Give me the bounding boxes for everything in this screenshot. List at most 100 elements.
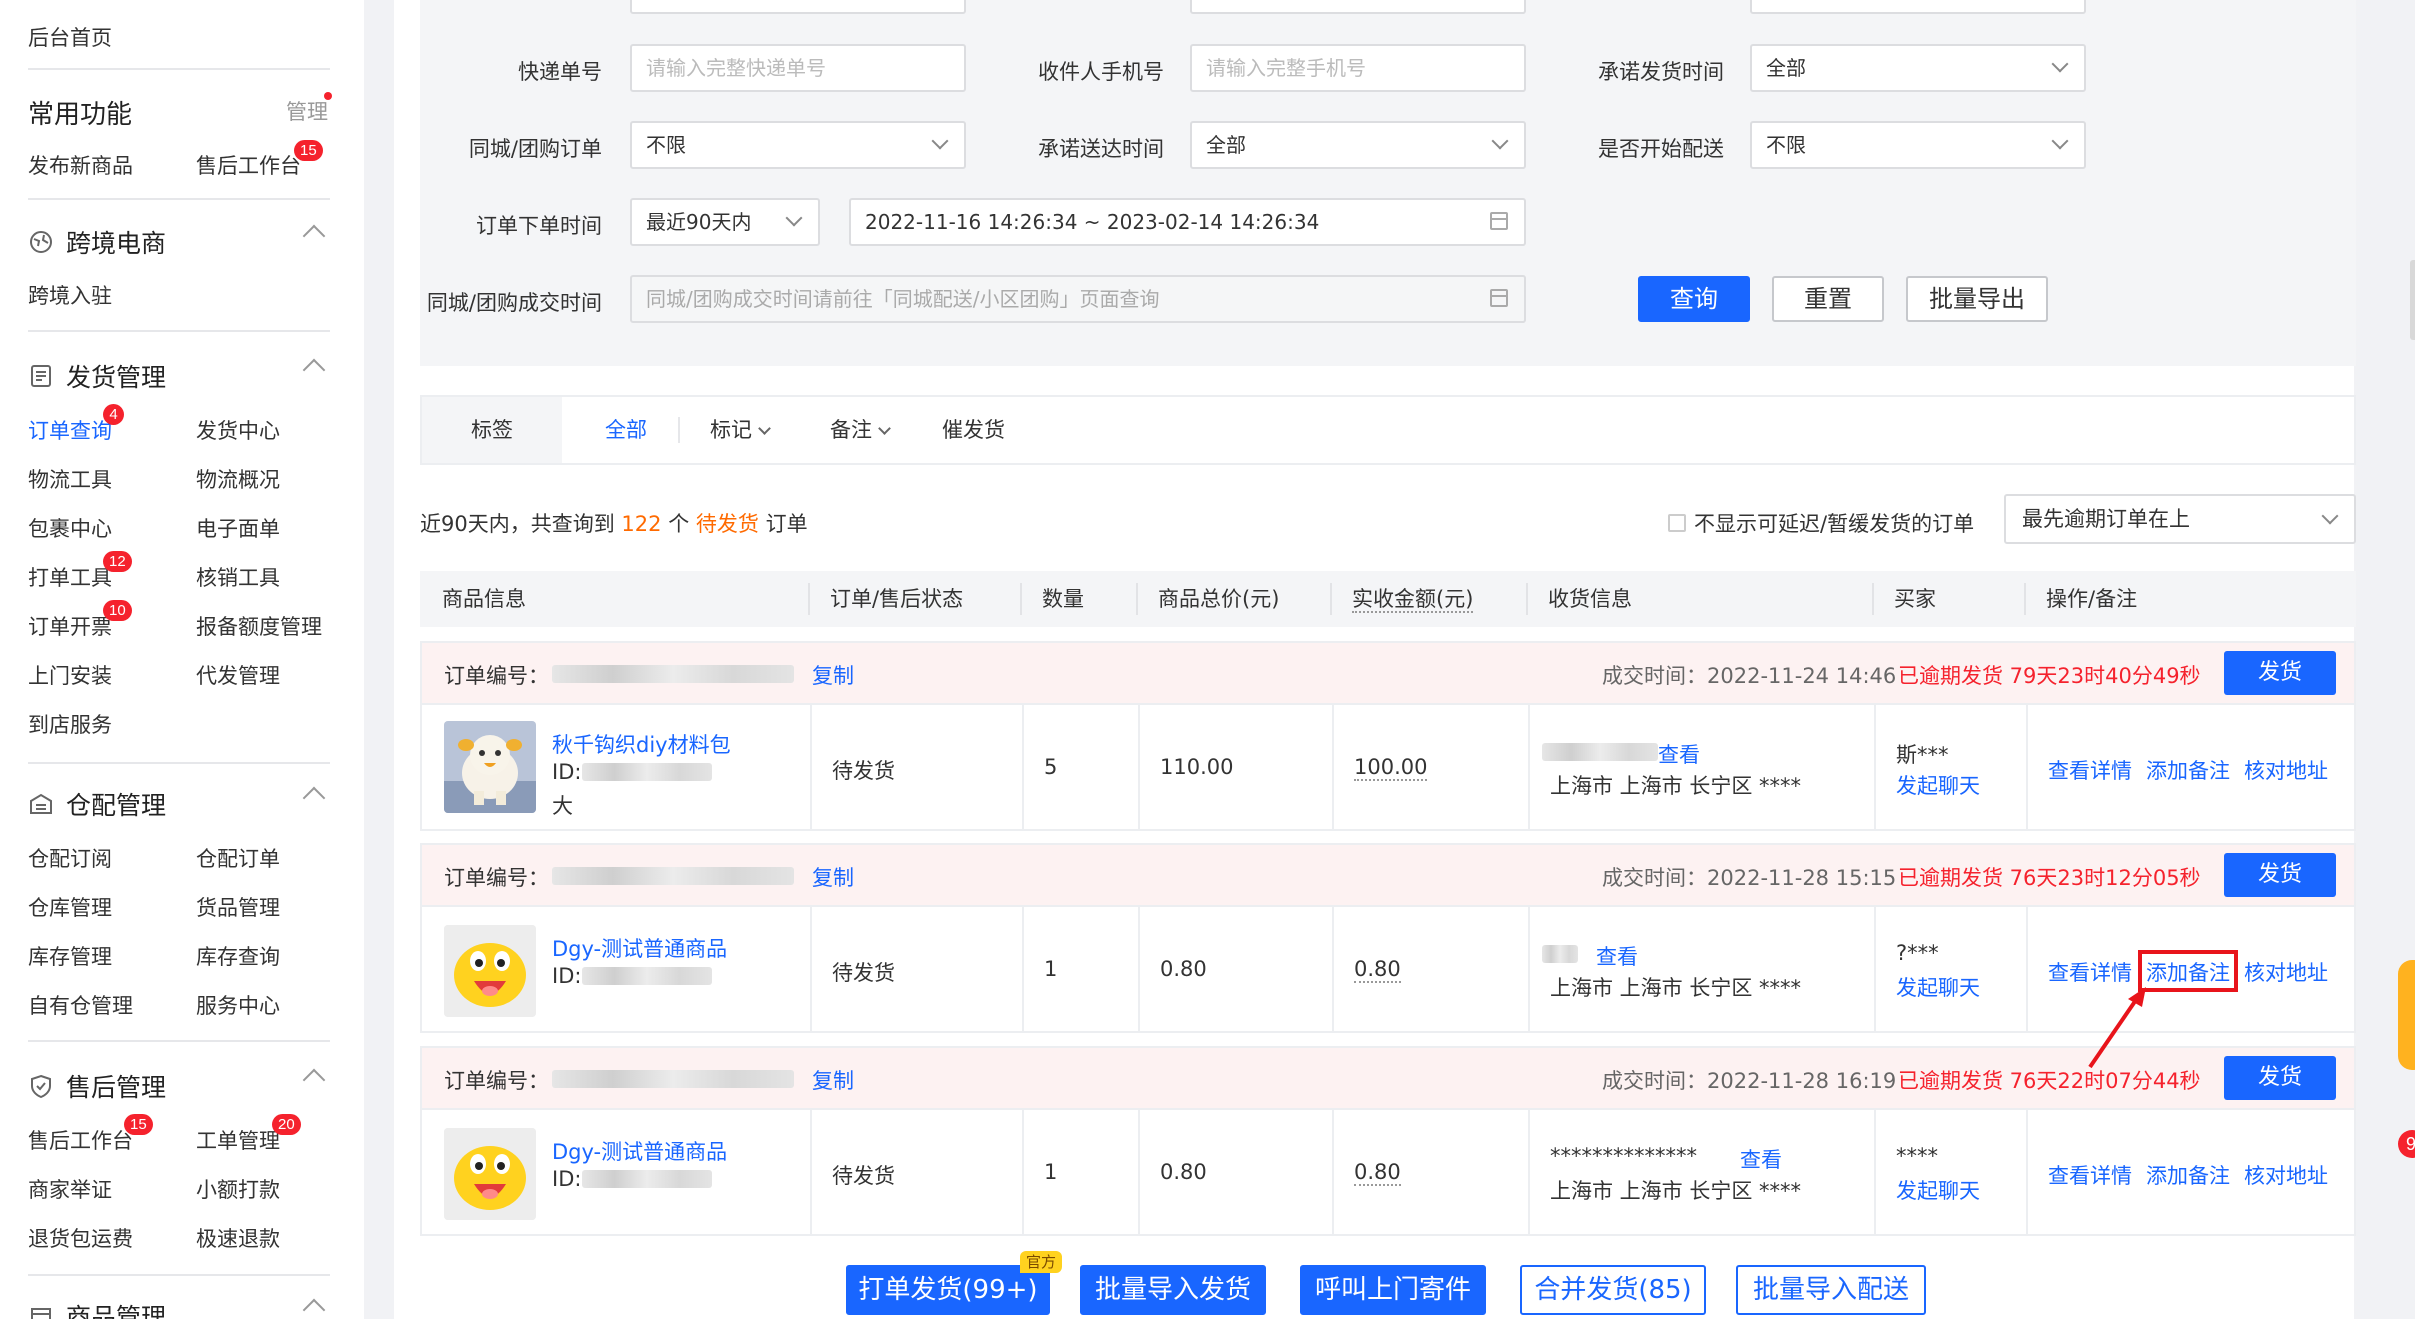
receiver-phone-input[interactable]: 请输入完整手机号 [1190,44,1526,92]
product-thumbnail[interactable] [444,721,536,813]
sidebar-item-cross-border-entry[interactable]: 跨境入驻 [28,280,112,310]
sidebar-item-fast-refund[interactable]: 极速退款 [196,1223,280,1253]
batch-export-button[interactable]: 批量导出 [1906,276,2048,322]
hidden-top-input[interactable] [630,0,966,14]
sidebar-item-inventory-management[interactable]: 库存管理 [28,941,112,971]
copy-link[interactable]: 复制 [812,660,854,690]
view-details-link[interactable]: 查看详情 [2048,957,2132,987]
collapse-chevron-icon[interactable] [302,786,326,810]
sidebar-item-inventory-query[interactable]: 库存查询 [196,941,280,971]
sidebar-home-link[interactable]: 后台首页 [28,22,112,52]
section-warehouse-management[interactable]: 仓配管理 [28,786,166,822]
batch-import-ship-button[interactable]: 批量导入发货 [1080,1265,1266,1315]
express-no-input[interactable]: 请输入完整快递单号 [630,44,966,92]
checkbox-box[interactable] [1668,514,1686,532]
product-thumbnail[interactable] [444,1128,536,1220]
view-details-link[interactable]: 查看详情 [2048,755,2132,785]
start-chat-link[interactable]: 发起聊天 [1896,1175,1980,1205]
tab-mark[interactable]: 标记 [710,397,771,463]
paid-amount[interactable]: 0.80 [1354,1160,1401,1186]
tab-remark[interactable]: 备注 [830,397,891,463]
manage-link[interactable]: 管理 [286,96,328,126]
sidebar-item-warehouse-subscription[interactable]: 仓配订阅 [28,843,112,873]
sort-order-select[interactable]: 最先逾期订单在上 [2004,494,2356,544]
add-remark-link[interactable]: 添加备注 [2146,755,2230,785]
ship-button[interactable]: 发货 [2224,651,2336,695]
sidebar-item-order-invoice[interactable]: 订单开票 [28,611,112,641]
sidebar-item-package-center[interactable]: 包裹中心 [28,513,112,543]
section-shipping-management[interactable]: 发货管理 [28,358,166,394]
section-product-management[interactable]: 商品管理 [28,1298,166,1319]
floating-assistant-icon[interactable] [2398,960,2415,1070]
hide-delay-checkbox[interactable]: 不显示可延迟/暂缓发货的订单 [1668,508,1974,538]
section-after-sales-management[interactable]: 售后管理 [28,1068,166,1104]
sidebar-item-home-installation[interactable]: 上门安装 [28,660,112,690]
sidebar-item-publish-product[interactable]: 发布新商品 [28,150,133,180]
sidebar-item-quota-management[interactable]: 报备额度管理 [196,611,322,641]
merge-ship-button[interactable]: 合并发货(85) [1520,1265,1706,1315]
verify-address-link[interactable]: 核对地址 [2244,1160,2328,1190]
view-receiver-link[interactable]: 查看 [1596,941,1638,971]
sidebar-item-e-waybill[interactable]: 电子面单 [196,513,280,543]
sidebar-item-merchant-evidence[interactable]: 商家举证 [28,1174,112,1204]
sidebar-item-logistics-overview[interactable]: 物流概况 [196,464,280,494]
order-time-preset-select[interactable]: 最近90天内 [630,198,820,246]
cell-divider [1022,705,1024,831]
sidebar-item-in-store-service[interactable]: 到店服务 [28,709,112,739]
call-pickup-button[interactable]: 呼叫上门寄件 [1300,1265,1486,1315]
sidebar-item-dropship-management[interactable]: 代发管理 [196,660,280,690]
collapse-chevron-icon[interactable] [302,1068,326,1092]
copy-link[interactable]: 复制 [812,1065,854,1095]
promise-ship-time-select[interactable]: 全部 [1750,44,2086,92]
verify-address-link[interactable]: 核对地址 [2244,755,2328,785]
sidebar-item-shipping-center[interactable]: 发货中心 [196,415,280,445]
collapse-chevron-icon[interactable] [302,1298,326,1319]
sidebar-item-warehouse-manage[interactable]: 仓库管理 [28,892,112,922]
hidden-top-input[interactable] [1750,0,2086,14]
view-receiver-link[interactable]: 查看 [1658,739,1700,769]
product-name-link[interactable]: Dgy-测试普通商品 [552,1136,727,1166]
collapse-chevron-icon[interactable] [302,358,326,382]
sidebar-item-after-sales-workbench[interactable]: 售后工作台 [196,150,301,180]
sidebar-item-print-tools[interactable]: 打单工具 [28,562,112,592]
started-delivery-select[interactable]: 不限 [1750,121,2086,169]
product-name-link[interactable]: 秋千钩织diy材料包 [552,729,731,759]
group-order-select[interactable]: 不限 [630,121,966,169]
section-cross-border[interactable]: 跨境电商 [28,224,166,260]
tab-all[interactable]: 全部 [605,397,647,463]
sidebar-item-order-query[interactable]: 订单查询 [28,415,112,445]
copy-link[interactable]: 复制 [812,862,854,892]
sidebar-item-after-sales-workbench-2[interactable]: 售后工作台 [28,1125,133,1155]
query-button[interactable]: 查询 [1638,276,1750,322]
product-thumbnail[interactable] [444,925,536,1017]
ship-button[interactable]: 发货 [2224,1056,2336,1100]
sidebar-item-warehouse-orders[interactable]: 仓配订单 [196,843,280,873]
started-delivery-label: 是否开始配送 [1598,137,1724,161]
verify-address-link[interactable]: 核对地址 [2244,957,2328,987]
start-chat-link[interactable]: 发起聊天 [1896,770,1980,800]
sidebar-item-service-center[interactable]: 服务中心 [196,990,280,1020]
paid-amount[interactable]: 0.80 [1354,957,1401,983]
sidebar-item-goods-management[interactable]: 货品管理 [196,892,280,922]
right-edge-handle[interactable] [2410,260,2415,340]
tab-urge-shipment[interactable]: 催发货 [942,397,1005,463]
sidebar-item-small-payment[interactable]: 小额打款 [196,1174,280,1204]
sidebar-item-return-shipping[interactable]: 退货包运费 [28,1223,133,1253]
reset-button[interactable]: 重置 [1772,276,1884,322]
add-remark-link[interactable]: 添加备注 [2146,1160,2230,1190]
start-chat-link[interactable]: 发起聊天 [1896,972,1980,1002]
order-time-range-picker[interactable]: 2022-11-16 14:26:34 ~ 2023-02-14 14:26:3… [849,198,1526,246]
hidden-top-input[interactable] [1190,0,1526,14]
product-name-link[interactable]: Dgy-测试普通商品 [552,933,727,963]
view-receiver-link[interactable]: 查看 [1740,1144,1782,1174]
sidebar-item-verification-tools[interactable]: 核销工具 [196,562,280,592]
view-details-link[interactable]: 查看详情 [2048,1160,2132,1190]
sidebar-item-ticket-management[interactable]: 工单管理 [196,1125,280,1155]
promise-delivery-time-select[interactable]: 全部 [1190,121,1526,169]
paid-amount[interactable]: 100.00 [1354,755,1428,781]
sidebar-item-own-warehouse[interactable]: 自有仓管理 [28,990,133,1020]
ship-button[interactable]: 发货 [2224,853,2336,897]
collapse-chevron-icon[interactable] [302,224,326,248]
batch-import-delivery-button[interactable]: 批量导入配送 [1736,1265,1926,1315]
sidebar-item-logistics-tools[interactable]: 物流工具 [28,464,112,494]
